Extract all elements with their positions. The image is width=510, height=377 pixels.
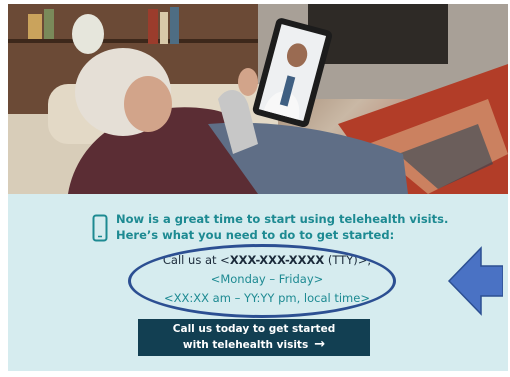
cta-line-1: Call us today to get started xyxy=(172,323,336,335)
headline-line-2: Here’s what you need to do to get starte… xyxy=(116,228,395,242)
phone-line: Call us at <XXX-XXX-XXXX (TTY)>, xyxy=(132,251,402,270)
headline-line-1: Now is a great time to start using teleh… xyxy=(116,212,449,226)
days-line: <Monday – Friday> xyxy=(210,272,324,286)
arrow-left-icon xyxy=(447,246,503,316)
call-prefix: Call us at < xyxy=(162,253,230,267)
hero-illustration xyxy=(8,4,508,194)
phone-number[interactable]: XXX-XXX-XXXX xyxy=(230,253,324,267)
tablet-icon xyxy=(92,214,108,242)
arrow-right-icon: → xyxy=(314,337,326,352)
headline: Now is a great time to start using teleh… xyxy=(116,211,456,243)
call-us-button[interactable]: Call us today to get started with telehe… xyxy=(138,319,370,356)
call-suffix: (TTY)>, xyxy=(324,253,372,267)
contact-details: Call us at <XXX-XXX-XXXX (TTY)>, <Monday… xyxy=(132,251,402,308)
cta-label: with telehealth visits xyxy=(182,339,309,351)
hours-line: <XX:XX am – YY:YY pm, local time> xyxy=(164,291,370,305)
hero-photo xyxy=(8,4,508,194)
telehealth-card xyxy=(8,4,508,371)
cta-line-2: with telehealth visits → xyxy=(144,337,364,353)
